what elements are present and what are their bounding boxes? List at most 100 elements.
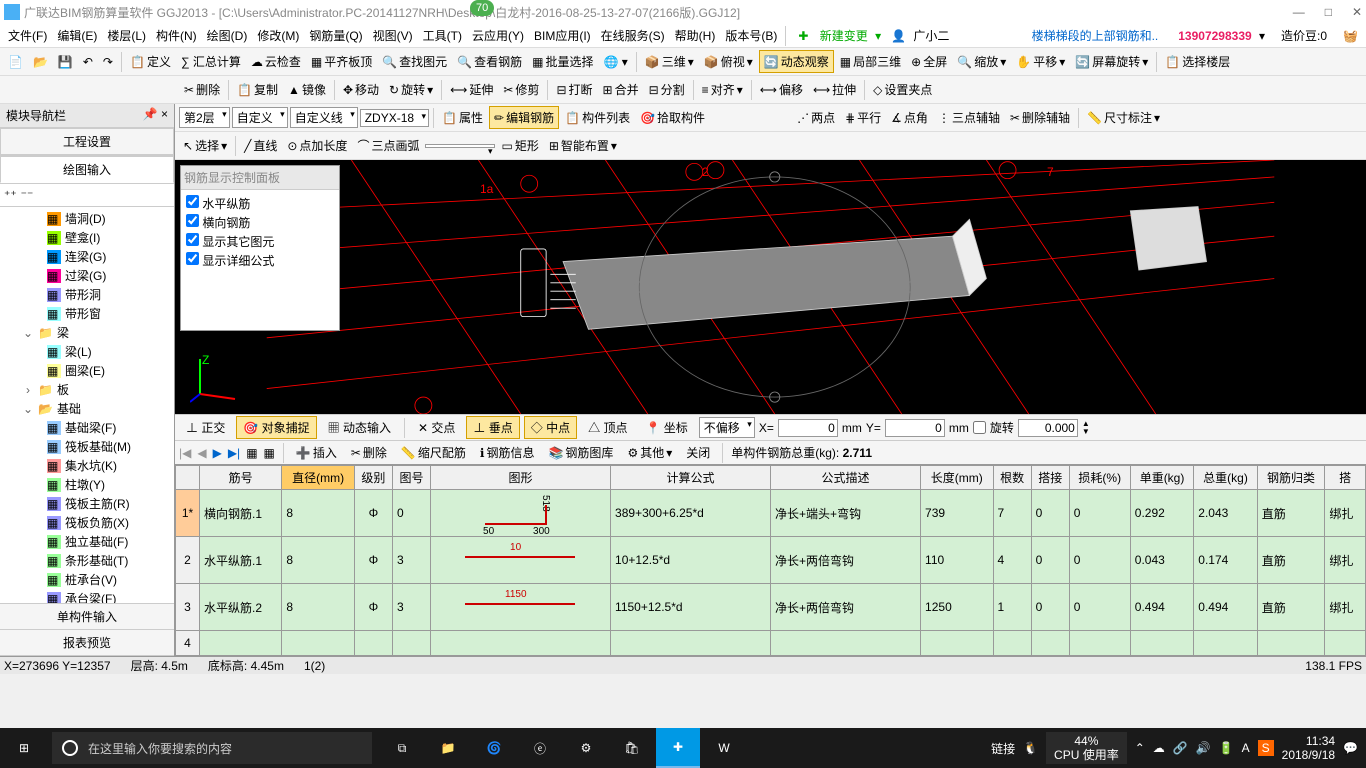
- align-button[interactable]: ≡ 对齐 ▾: [698, 79, 747, 100]
- table-row[interactable]: 2 水平纵筋.18 Φ3 10 10+12.5*d净长+两倍弯钩 1104 00…: [176, 537, 1366, 584]
- 3d-button[interactable]: 📦 三维 ▾: [641, 51, 698, 72]
- tab-project-settings[interactable]: 工程设置: [0, 128, 174, 155]
- sum-button[interactable]: ∑ 汇总计算: [177, 51, 245, 72]
- vert-snap[interactable]: △ 顶点: [581, 416, 634, 439]
- look-rebar-button[interactable]: 🔍 查看钢筋: [453, 51, 526, 72]
- join-button[interactable]: ⊞ 合并: [599, 79, 643, 100]
- fullscreen-button[interactable]: ⊕ 全屏: [907, 51, 951, 72]
- pick-button[interactable]: 🎯 拾取构件: [636, 107, 709, 128]
- menu-file[interactable]: 文件(F): [4, 25, 51, 46]
- misc-button[interactable]: 🌐 ▾: [600, 53, 632, 71]
- zoom-button[interactable]: 🔍 缩放 ▾: [953, 51, 1010, 72]
- tree-item[interactable]: ▦独立基础(F): [2, 532, 172, 551]
- tray-battery-icon[interactable]: 🔋: [1219, 741, 1234, 755]
- tree-item[interactable]: ▦集水坑(K): [2, 456, 172, 475]
- col-desc[interactable]: 公式描述: [771, 466, 921, 490]
- undo-button[interactable]: ↶: [79, 53, 97, 71]
- tree-item[interactable]: ▦梁(L): [2, 342, 172, 361]
- tree-item[interactable]: ▦带形洞: [2, 285, 172, 304]
- screen-rotate-button[interactable]: 🔄 屏幕旋转 ▾: [1071, 51, 1152, 72]
- arc-tool-button[interactable]: ⌒ 三点画弧: [353, 135, 423, 156]
- search-box[interactable]: 在这里输入你要搜索的内容: [52, 732, 372, 764]
- save-button[interactable]: 💾: [54, 53, 77, 71]
- redo-button[interactable]: ↷: [99, 53, 117, 71]
- close-button[interactable]: ✕: [1352, 5, 1362, 19]
- dyn-input-toggle[interactable]: ▦ 动态输入: [321, 416, 398, 439]
- set-grip-button[interactable]: ◇ 设置夹点: [869, 79, 936, 100]
- smart-layout-button[interactable]: ⊞ 智能布置 ▾: [545, 135, 621, 156]
- open-file-button[interactable]: 📂: [29, 53, 52, 71]
- rotate-checkbox[interactable]: [973, 421, 986, 434]
- user-label[interactable]: 👤 广小二: [887, 25, 957, 46]
- basket-icon[interactable]: 🧺: [1339, 27, 1362, 45]
- view-canvas[interactable]: 钢筋显示控制面板 水平纵筋 横向钢筋 显示其它图元 显示详细公式 1a 2 7 …: [175, 160, 1366, 414]
- break-button[interactable]: ⊟ 打断: [552, 79, 596, 100]
- tree-item[interactable]: ▦柱墩(Y): [2, 475, 172, 494]
- checkbox-formula[interactable]: 显示详细公式: [185, 251, 335, 270]
- tree-group-foundation[interactable]: ⌄📂 基础: [2, 399, 172, 418]
- menu-version[interactable]: 版本号(B): [721, 25, 781, 46]
- tree-item[interactable]: ▦筏板负筋(X): [2, 513, 172, 532]
- tri-axis-button[interactable]: ⋮ 三点辅轴: [934, 107, 1004, 128]
- nav-first-button[interactable]: |◀: [179, 446, 191, 460]
- rebar-display-panel[interactable]: 钢筋显示控制面板 水平纵筋 横向钢筋 显示其它图元 显示详细公式: [180, 165, 340, 331]
- tray-onedrive-icon[interactable]: ☁: [1153, 741, 1165, 755]
- component-tree[interactable]: ▦墙洞(D) ▦壁龛(I) ▦连梁(G) ▦过梁(G) ▦带形洞 ▦带形窗 ⌄📁…: [0, 207, 174, 603]
- menu-cloud[interactable]: 云应用(Y): [468, 25, 528, 46]
- x-input[interactable]: [778, 419, 838, 437]
- offset-button[interactable]: ⟷ 偏移: [756, 79, 807, 100]
- scale-rebar-button[interactable]: 📏 缩尺配筋: [397, 442, 470, 463]
- task-edge[interactable]: ⓔ: [518, 728, 562, 768]
- tree-group-beam[interactable]: ⌄📁 梁: [2, 323, 172, 342]
- insert-button[interactable]: ➕ 插入: [292, 442, 341, 463]
- tray-network-icon[interactable]: 🔗: [1173, 741, 1188, 755]
- tree-item[interactable]: ▦承台梁(F): [2, 589, 172, 603]
- tree-item[interactable]: ▦过梁(G): [2, 266, 172, 285]
- ptlen-tool-button[interactable]: ⊙ 点加长度: [283, 135, 351, 156]
- col-count[interactable]: 根数: [993, 466, 1031, 490]
- col-formula[interactable]: 计算公式: [611, 466, 771, 490]
- cross-snap[interactable]: ✕ 交点: [411, 416, 462, 439]
- tray-clock[interactable]: 11:342018/9/18: [1282, 734, 1335, 762]
- task-folder[interactable]: 📁: [426, 728, 470, 768]
- move-button[interactable]: ✥ 移动: [339, 79, 383, 100]
- cloud-check-button[interactable]: ☁ 云检查: [247, 51, 305, 72]
- table-row[interactable]: 1* 横向钢筋.18 Φ0 51850300 389+300+6.25*d净长+…: [176, 490, 1366, 537]
- task-wps[interactable]: W: [702, 728, 746, 768]
- table-row[interactable]: 3 水平纵筋.28 Φ3 1150 1150+12.5*d净长+两倍弯钩 125…: [176, 584, 1366, 631]
- col-cat[interactable]: 钢筋归类: [1257, 466, 1325, 490]
- two-point-button[interactable]: ⋰ 两点: [793, 107, 839, 128]
- custom-dropdown[interactable]: 自定义: [232, 107, 288, 128]
- tray-qq-icon[interactable]: 🐧: [1023, 741, 1038, 755]
- tree-item[interactable]: ▦圈梁(E): [2, 361, 172, 380]
- batch-select-button[interactable]: ▦ 批量选择: [528, 51, 597, 72]
- tree-item[interactable]: ▦条形基础(T): [2, 551, 172, 570]
- collapse-icon[interactable]: ⁻⁻: [21, 188, 34, 202]
- col-name[interactable]: 筋号: [200, 466, 282, 490]
- tray-cpu[interactable]: 44%CPU 使用率: [1046, 732, 1127, 765]
- tray-notifications-icon[interactable]: 💬: [1343, 741, 1358, 755]
- trim-button[interactable]: ✂ 修剪: [499, 79, 543, 100]
- pan-button[interactable]: ✋ 平移 ▾: [1012, 51, 1069, 72]
- col-lap[interactable]: 搭接: [1031, 466, 1069, 490]
- checkbox-other[interactable]: 显示其它图元: [185, 232, 335, 251]
- maximize-button[interactable]: □: [1325, 5, 1332, 19]
- extend-button[interactable]: ⟷ 延伸: [446, 79, 497, 100]
- col-diameter[interactable]: 直径(mm): [282, 466, 354, 490]
- dotangle-button[interactable]: ∡ 点角: [887, 107, 932, 128]
- local-3d-button[interactable]: ▦ 局部三维: [836, 51, 905, 72]
- copy-button[interactable]: 📋 复制: [233, 79, 282, 100]
- tree-item[interactable]: ▦壁龛(I): [2, 228, 172, 247]
- select-floor-button[interactable]: 📋 选择楼层: [1161, 51, 1234, 72]
- col-unit[interactable]: 单重(kg): [1130, 466, 1193, 490]
- menu-floor[interactable]: 楼层(L): [103, 25, 150, 46]
- tray-up-icon[interactable]: ⌃: [1135, 741, 1145, 755]
- obj-snap-toggle[interactable]: 🎯 对象捕捉: [236, 416, 316, 439]
- mirror-button[interactable]: ▲ 镜像: [284, 79, 330, 100]
- col-level[interactable]: 级别: [354, 466, 392, 490]
- select-tool-button[interactable]: ↖ 选择 ▾: [179, 135, 231, 156]
- floor-dropdown[interactable]: 第2层: [179, 107, 230, 128]
- menu-modify[interactable]: 修改(M): [253, 25, 303, 46]
- rebar-info-button[interactable]: ℹ 钢筋信息: [476, 442, 539, 463]
- top-view-button[interactable]: 📦 俯视 ▾: [700, 51, 757, 72]
